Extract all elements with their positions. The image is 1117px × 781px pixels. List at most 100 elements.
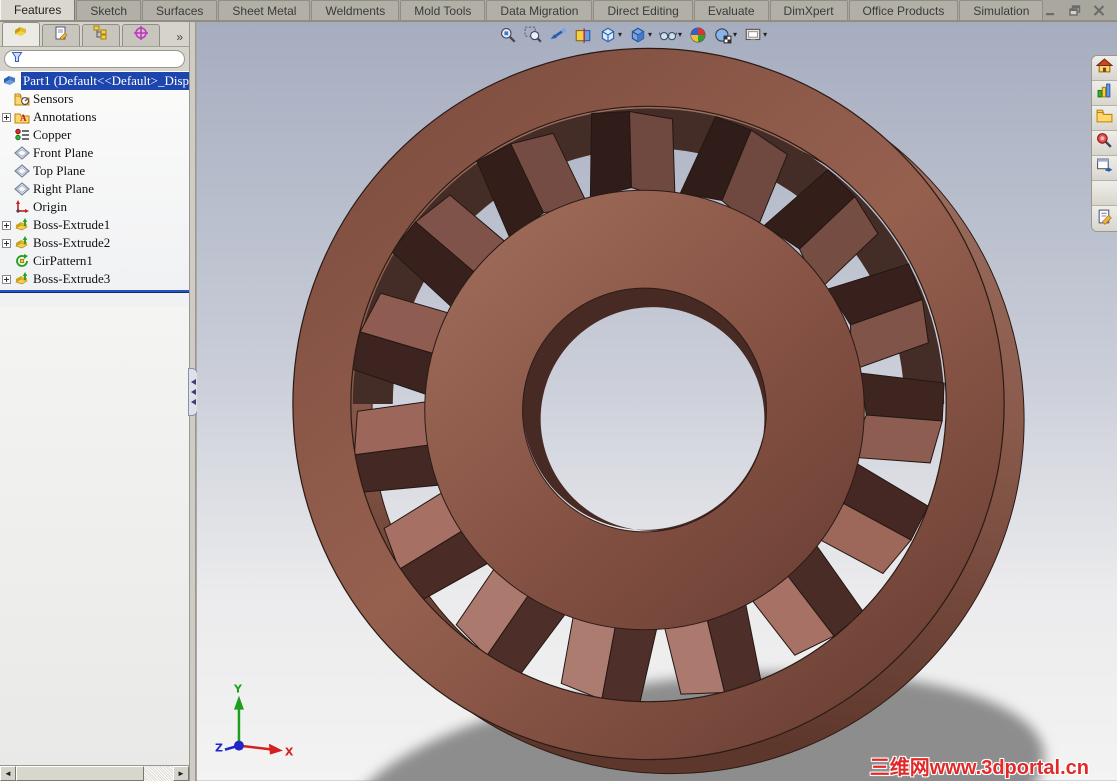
taskpane-tab-design-library[interactable]	[1092, 81, 1117, 106]
taskpane-tab-custom-properties[interactable]	[1092, 206, 1117, 231]
tree-item-front-plane[interactable]: Front Plane	[0, 144, 189, 162]
apply-scene-button[interactable]	[687, 25, 709, 45]
tree-item-cirpattern1[interactable]: CirPattern1	[0, 252, 189, 270]
ribbon-tab-mold-tools[interactable]: Mold Tools	[400, 0, 486, 20]
chevron-down-icon[interactable]: ▾	[618, 31, 622, 39]
ribbon-tab-office-products[interactable]: Office Products	[848, 0, 959, 20]
tree-filter-input[interactable]	[27, 53, 178, 65]
scrollbar-thumb[interactable]	[16, 766, 144, 781]
tree-item-label: Boss-Extrude3	[33, 271, 111, 286]
ribbon-tab-data-migration[interactable]: Data Migration	[486, 0, 593, 20]
zoom-area-icon	[524, 26, 542, 44]
scroll-left-button[interactable]: ◄	[0, 766, 16, 781]
ribbon-tab-sheet-metal[interactable]: Sheet Metal	[218, 0, 311, 20]
manager-tab-featuremanager-design-tree[interactable]	[2, 22, 40, 46]
expand-plus-icon[interactable]	[2, 238, 11, 248]
graphics-area[interactable]: Y X Z ▾ ▾ ▾ ▾ ▾ 三维网www.3dportal.cn	[197, 22, 1117, 781]
taskpane-tab-appearances-scenes[interactable]	[1092, 181, 1117, 206]
tree-item-copper[interactable]: Copper	[0, 126, 189, 144]
ribbon-tab-direct-editing[interactable]: Direct Editing	[593, 0, 693, 20]
options-screen-button[interactable]: ▾	[742, 25, 769, 45]
expand-plus-icon[interactable]	[2, 274, 11, 284]
ribbon-tab-simulation[interactable]: Simulation	[959, 0, 1044, 20]
hide-show-icon	[659, 26, 678, 44]
part-icon	[2, 73, 18, 89]
window-controls	[1044, 4, 1117, 20]
view-palette-icon	[1096, 157, 1113, 179]
taskpane-tab-view-palette[interactable]	[1092, 156, 1117, 181]
expand-plus-icon[interactable]	[2, 220, 11, 230]
plane-icon	[14, 163, 30, 179]
scrollbar-track[interactable]	[144, 766, 173, 781]
tree-item-label: Boss-Extrude1	[33, 217, 111, 232]
panel-horizontal-scrollbar[interactable]: ◄ ►	[0, 765, 189, 781]
tree-root-label: Part1 (Default<<Default>_Display	[21, 72, 189, 90]
view-orientation-button[interactable]: ▾	[597, 25, 624, 45]
close-button[interactable]	[1092, 4, 1106, 16]
tree-filter-box[interactable]	[4, 50, 185, 68]
featuremanager-icon	[13, 24, 29, 45]
view-settings-button[interactable]: ▾	[712, 25, 739, 45]
manager-tabs-overflow-chevron[interactable]: »	[176, 30, 187, 46]
triad-y-label: Y	[233, 683, 243, 696]
minimize-button[interactable]	[1044, 4, 1058, 16]
cirpattern-icon	[14, 253, 30, 269]
zoom-to-area-button[interactable]	[522, 25, 544, 45]
options-screen-icon	[744, 26, 762, 44]
tree-item-label: Boss-Extrude2	[33, 235, 111, 250]
panel-splitter[interactable]	[188, 22, 198, 781]
collapse-arrow-icon	[190, 399, 196, 405]
tree-item-top-plane[interactable]: Top Plane	[0, 162, 189, 180]
display-style-icon	[629, 26, 647, 44]
ribbon-tab-surfaces[interactable]: Surfaces	[142, 0, 218, 20]
triad-x-label: X	[285, 746, 294, 759]
taskpane-tab-search[interactable]	[1092, 131, 1117, 156]
model-scene[interactable]: Y X Z	[197, 22, 1117, 781]
tree-item-origin[interactable]: Origin	[0, 198, 189, 216]
tree-item-right-plane[interactable]: Right Plane	[0, 180, 189, 198]
tree-item-boss-extrude3[interactable]: Boss-Extrude3	[0, 270, 189, 288]
ribbon-tab-dimxpert[interactable]: DimXpert	[769, 0, 848, 20]
boss-extrude-icon	[14, 217, 30, 233]
manager-tab-propertymanager[interactable]	[42, 24, 80, 46]
chevron-down-icon[interactable]: ▾	[678, 31, 682, 39]
search-icon	[1096, 132, 1113, 154]
tree-root-item[interactable]: Part1 (Default<<Default>_Display	[2, 72, 189, 90]
restore-button[interactable]	[1068, 4, 1082, 16]
collapse-arrow-icon	[190, 389, 196, 395]
rollback-bar[interactable]	[0, 290, 189, 293]
dimxpertmanager-icon	[133, 25, 149, 46]
tree-item-label: Sensors	[33, 91, 74, 106]
configurationmanager-icon	[93, 25, 109, 46]
ribbon-tab-features[interactable]: Features	[0, 0, 76, 20]
display-style-button[interactable]: ▾	[627, 25, 654, 45]
custom-properties-icon	[1096, 208, 1113, 230]
tree-item-boss-extrude1[interactable]: Boss-Extrude1	[0, 216, 189, 234]
hide-show-items-button[interactable]: ▾	[657, 25, 684, 45]
scroll-right-button[interactable]: ►	[173, 766, 189, 781]
chevron-down-icon[interactable]: ▾	[648, 31, 652, 39]
tree-item-boss-extrude2[interactable]: Boss-Extrude2	[0, 234, 189, 252]
ribbon-tab-evaluate[interactable]: Evaluate	[693, 0, 769, 20]
chevron-down-icon[interactable]: ▾	[763, 31, 767, 39]
ribbon-tab-weldments[interactable]: Weldments	[311, 0, 400, 20]
previous-view-button[interactable]	[547, 25, 569, 45]
tree-item-label: Top Plane	[33, 163, 86, 178]
expand-plus-icon[interactable]	[2, 112, 11, 122]
manager-tab-dimxpertmanager[interactable]	[122, 24, 160, 46]
ribbon-tab-sketch[interactable]: Sketch	[76, 0, 142, 20]
section-view-button[interactable]	[572, 25, 594, 45]
collapse-arrow-icon	[190, 379, 196, 385]
taskpane-tab-file-explorer[interactable]	[1092, 106, 1117, 131]
tree-item-label: CirPattern1	[33, 253, 93, 268]
manager-tab-configurationmanager[interactable]	[82, 24, 120, 46]
svg-text:A: A	[20, 113, 27, 123]
apply-scene-icon	[689, 26, 707, 44]
solidworks-window: Features Sketch Surfaces Sheet Metal Weldmen…	[0, 0, 1117, 781]
chevron-down-icon[interactable]: ▾	[733, 31, 737, 39]
tree-item-annotations[interactable]: A Annotations	[0, 108, 189, 126]
taskpane-tab-solidworks-resources[interactable]	[1092, 56, 1117, 81]
zoom-to-fit-button[interactable]	[497, 25, 519, 45]
tree-item-sensors[interactable]: Sensors	[0, 90, 189, 108]
annotations-icon: A	[14, 109, 30, 125]
